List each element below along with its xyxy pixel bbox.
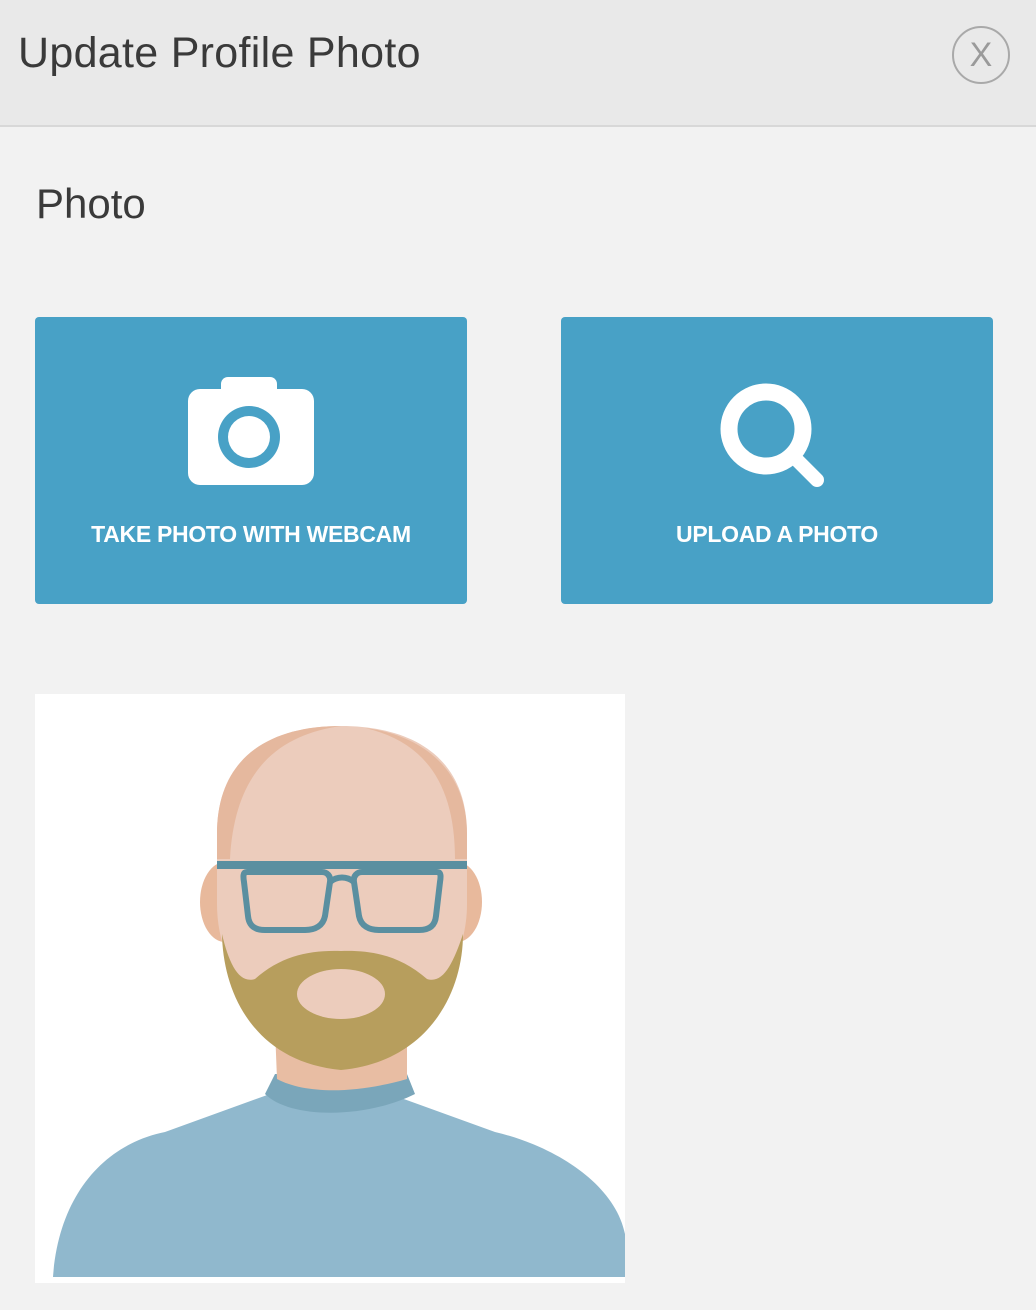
upload-photo-button[interactable]: UPLOAD A PHOTO bbox=[561, 317, 993, 604]
dialog-title: Update Profile Photo bbox=[18, 29, 421, 77]
camera-icon bbox=[188, 377, 314, 485]
close-button[interactable]: X bbox=[952, 26, 1010, 84]
take-photo-webcam-label: TAKE PHOTO WITH WEBCAM bbox=[91, 521, 411, 547]
dialog-header: Update Profile Photo X bbox=[0, 0, 1036, 127]
search-icon bbox=[720, 383, 824, 487]
upload-photo-label: UPLOAD A PHOTO bbox=[676, 521, 878, 547]
avatar-placeholder-icon bbox=[53, 726, 625, 1277]
profile-photo-preview bbox=[35, 694, 625, 1283]
take-photo-webcam-button[interactable]: TAKE PHOTO WITH WEBCAM bbox=[35, 317, 467, 604]
photo-section-label: Photo bbox=[36, 180, 146, 227]
